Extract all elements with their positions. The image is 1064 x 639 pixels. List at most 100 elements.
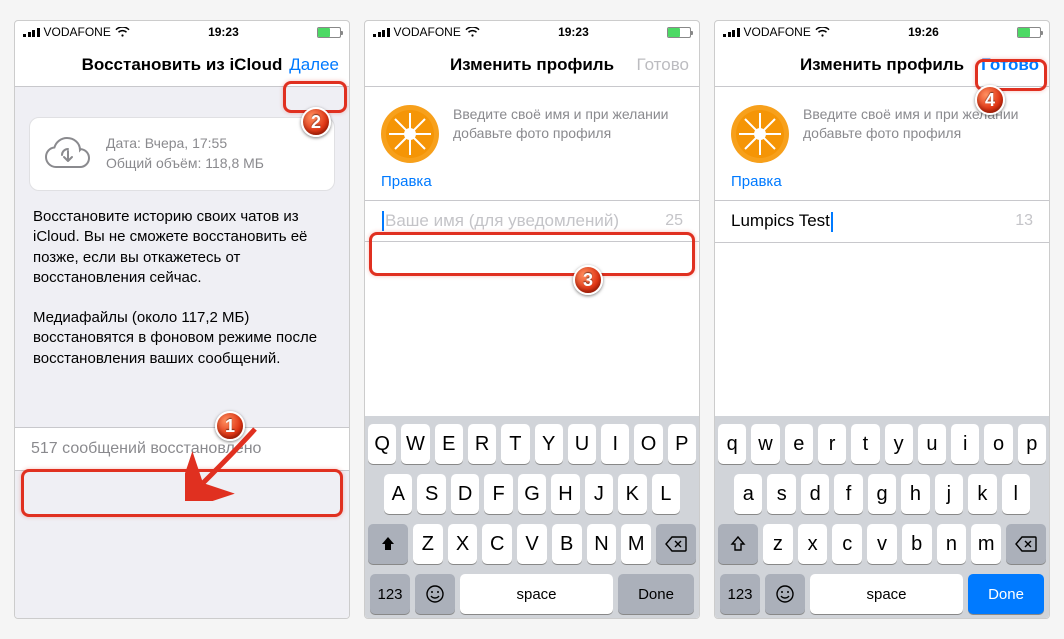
- key-f[interactable]: f: [834, 474, 862, 514]
- key-v[interactable]: V: [517, 524, 547, 564]
- key-c[interactable]: c: [832, 524, 862, 564]
- signal-icon: [23, 27, 40, 37]
- signal-icon: [373, 27, 390, 37]
- avatar[interactable]: [381, 105, 439, 163]
- restore-description-1: Восстановите историю своих чатов из iClo…: [33, 207, 331, 288]
- key-o[interactable]: o: [984, 424, 1012, 464]
- phone-screen-1: VODAFONE 19:23 Восстановить из iCloud Да…: [14, 20, 350, 619]
- done-key[interactable]: Done: [968, 574, 1044, 614]
- key-o[interactable]: O: [634, 424, 662, 464]
- key-a[interactable]: A: [384, 474, 412, 514]
- space-key[interactable]: space: [460, 574, 613, 614]
- content-area: Введите своё имя и при желании добавьте …: [715, 87, 1049, 618]
- key-h[interactable]: h: [901, 474, 929, 514]
- step-badge-2: 2: [301, 107, 331, 137]
- avatar[interactable]: [731, 105, 789, 163]
- restored-status: 517 сообщений восстановлено: [15, 427, 349, 471]
- nav-bar: Восстановить из iCloud Далее: [15, 43, 349, 87]
- key-n[interactable]: n: [937, 524, 967, 564]
- done-button[interactable]: Готово: [981, 55, 1039, 75]
- name-char-count: 25: [665, 212, 683, 230]
- key-z[interactable]: z: [763, 524, 793, 564]
- key-t[interactable]: t: [851, 424, 879, 464]
- key-h[interactable]: H: [551, 474, 579, 514]
- edit-photo-link[interactable]: Правка: [365, 169, 699, 200]
- key-t[interactable]: T: [501, 424, 529, 464]
- key-q[interactable]: Q: [368, 424, 396, 464]
- key-s[interactable]: s: [767, 474, 795, 514]
- backup-card: Дата: Вчера, 17:55 Общий объём: 118,8 МБ: [29, 117, 335, 191]
- next-button[interactable]: Далее: [289, 55, 339, 75]
- numbers-key[interactable]: 123: [370, 574, 410, 614]
- wifi-icon: [815, 27, 830, 38]
- key-r[interactable]: r: [818, 424, 846, 464]
- key-r[interactable]: R: [468, 424, 496, 464]
- key-i[interactable]: i: [951, 424, 979, 464]
- key-m[interactable]: m: [971, 524, 1001, 564]
- key-l[interactable]: l: [1002, 474, 1030, 514]
- key-w[interactable]: W: [401, 424, 429, 464]
- key-y[interactable]: Y: [535, 424, 563, 464]
- key-b[interactable]: b: [902, 524, 932, 564]
- edit-photo-link[interactable]: Правка: [715, 169, 1049, 200]
- emoji-key[interactable]: [765, 574, 805, 614]
- key-z[interactable]: Z: [413, 524, 443, 564]
- name-input-row[interactable]: Ваше имя (для уведомлений) 25: [365, 200, 699, 242]
- wifi-icon: [115, 27, 130, 38]
- key-p[interactable]: p: [1018, 424, 1046, 464]
- clock-label: 19:23: [558, 25, 589, 39]
- key-e[interactable]: E: [435, 424, 463, 464]
- key-g[interactable]: g: [868, 474, 896, 514]
- key-k[interactable]: k: [968, 474, 996, 514]
- step-badge-1: 1: [215, 411, 245, 441]
- key-u[interactable]: u: [918, 424, 946, 464]
- key-c[interactable]: C: [482, 524, 512, 564]
- key-s[interactable]: S: [417, 474, 445, 514]
- key-l[interactable]: L: [652, 474, 680, 514]
- key-u[interactable]: U: [568, 424, 596, 464]
- done-key[interactable]: Done: [618, 574, 694, 614]
- carrier-label: VODAFONE: [394, 25, 461, 39]
- kb-row-1: qwertyuiop: [718, 424, 1046, 464]
- phone-screen-3: VODAFONE 19:26 Изменить профиль Готово: [714, 20, 1050, 619]
- key-q[interactable]: q: [718, 424, 746, 464]
- key-i[interactable]: I: [601, 424, 629, 464]
- key-e[interactable]: e: [785, 424, 813, 464]
- key-f[interactable]: F: [484, 474, 512, 514]
- key-p[interactable]: P: [668, 424, 696, 464]
- key-y[interactable]: y: [885, 424, 913, 464]
- key-k[interactable]: K: [618, 474, 646, 514]
- shift-key[interactable]: [368, 524, 408, 564]
- key-d[interactable]: D: [451, 474, 479, 514]
- key-j[interactable]: j: [935, 474, 963, 514]
- key-j[interactable]: J: [585, 474, 613, 514]
- key-n[interactable]: N: [587, 524, 617, 564]
- key-w[interactable]: w: [751, 424, 779, 464]
- content-area: Введите своё имя и при желании добавьте …: [365, 87, 699, 618]
- restore-description-2: Медиафайлы (около 117,2 МБ) восстановятс…: [33, 308, 331, 369]
- page-title: Изменить профиль: [800, 55, 964, 75]
- carrier-label: VODAFONE: [44, 25, 111, 39]
- clock-label: 19:26: [908, 25, 939, 39]
- backspace-key[interactable]: [656, 524, 696, 564]
- key-g[interactable]: G: [518, 474, 546, 514]
- key-b[interactable]: B: [552, 524, 582, 564]
- keyboard: QWERTYUIOP ASDFGHJKL ZXCVBNM 123 space D…: [365, 416, 699, 618]
- name-input-row[interactable]: Lumpics Test 13: [715, 200, 1049, 243]
- page-title: Изменить профиль: [450, 55, 614, 75]
- key-m[interactable]: M: [621, 524, 651, 564]
- key-x[interactable]: X: [448, 524, 478, 564]
- key-a[interactable]: a: [734, 474, 762, 514]
- step-badge-3: 3: [573, 265, 603, 295]
- done-button[interactable]: Готово: [637, 55, 690, 75]
- shift-key[interactable]: [718, 524, 758, 564]
- status-bar: VODAFONE 19:26: [715, 21, 1049, 43]
- key-v[interactable]: v: [867, 524, 897, 564]
- orange-icon: [735, 109, 785, 159]
- space-key[interactable]: space: [810, 574, 963, 614]
- key-d[interactable]: d: [801, 474, 829, 514]
- backspace-key[interactable]: [1006, 524, 1046, 564]
- key-x[interactable]: x: [798, 524, 828, 564]
- emoji-key[interactable]: [415, 574, 455, 614]
- numbers-key[interactable]: 123: [720, 574, 760, 614]
